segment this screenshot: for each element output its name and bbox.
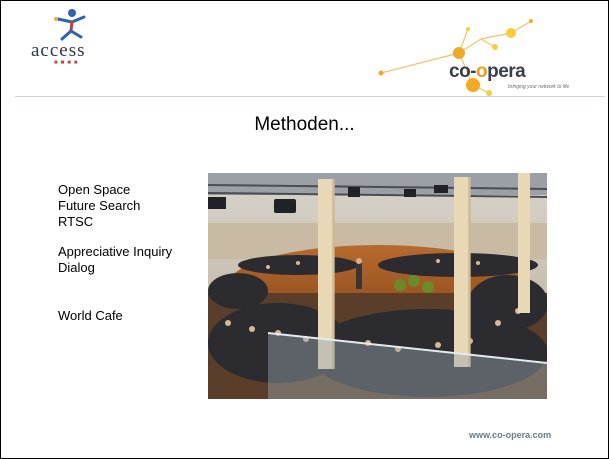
header-divider bbox=[15, 96, 605, 97]
access-logo-dots: ■■■■ bbox=[54, 60, 81, 66]
access-logo: access ■■■■ bbox=[28, 7, 118, 66]
footer-website: www.co-opera.com bbox=[469, 430, 552, 440]
method-item: World Cafe bbox=[58, 308, 123, 323]
method-item: Dialog bbox=[58, 260, 95, 275]
access-figure-icon bbox=[54, 9, 86, 41]
coopera-logo-tagline: bringing your network to life bbox=[508, 84, 570, 90]
slide-header: access ■■■■ co-opera bringing your netwo… bbox=[1, 1, 608, 99]
method-item: Open Space bbox=[58, 182, 131, 197]
coopera-logo-accent: o bbox=[476, 61, 488, 82]
method-item: Future Search bbox=[58, 198, 141, 213]
coopera-logo-text: co-opera bbox=[449, 61, 526, 83]
methods-list: Open Space Future Search RTSC Appreciati… bbox=[58, 182, 208, 324]
slide-title: Methoden... bbox=[254, 114, 355, 135]
method-item: RTSC bbox=[58, 214, 94, 229]
presentation-slide: access ■■■■ co-opera bringing your netwo… bbox=[0, 0, 609, 459]
coopera-logo-suffix: pera bbox=[487, 61, 526, 82]
access-logo-text: access bbox=[31, 40, 86, 61]
method-item: Appreciative Inquiry bbox=[58, 244, 173, 259]
coopera-logo-prefix: co- bbox=[449, 61, 477, 82]
conference-photo-illustration bbox=[208, 173, 547, 399]
conference-photo bbox=[208, 173, 547, 399]
